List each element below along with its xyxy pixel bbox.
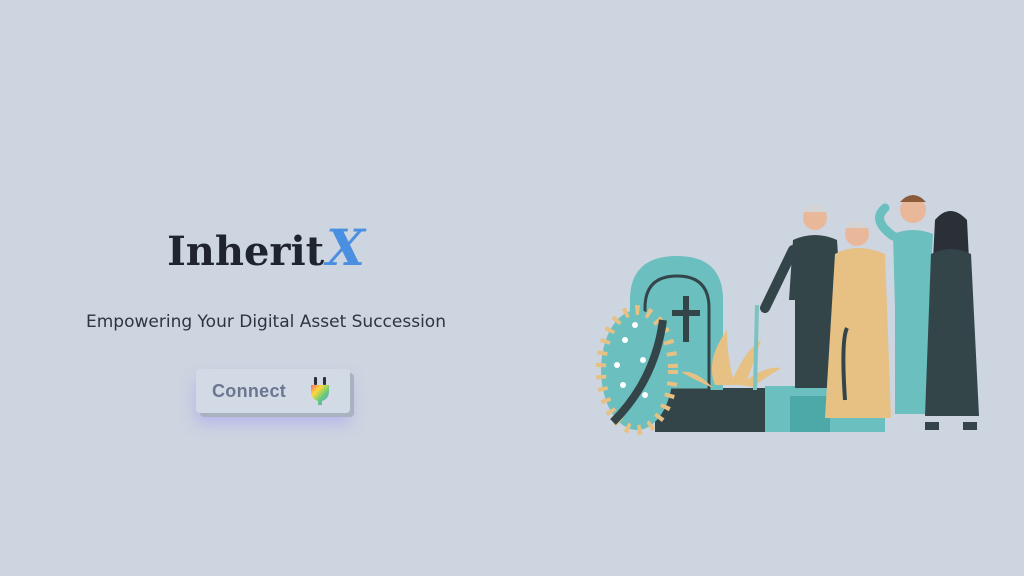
tagline: Empowering Your Digital Asset Succession — [86, 312, 446, 332]
mourning-illustration — [596, 195, 979, 435]
plug-icon — [311, 377, 329, 405]
wreath — [596, 305, 678, 435]
brand-name-accent: X — [326, 218, 365, 277]
cross-icon — [683, 296, 689, 342]
connect-button-label: Connect — [212, 380, 287, 401]
connect-button[interactable]: Connect — [196, 369, 350, 413]
elderly-man — [753, 205, 841, 391]
brand-name-main: Inherit — [167, 228, 325, 275]
young-woman — [925, 211, 979, 430]
hero-section: InheritX Empowering Your Digital Asset S… — [0, 0, 532, 576]
brand-logo: InheritX — [0, 222, 532, 278]
